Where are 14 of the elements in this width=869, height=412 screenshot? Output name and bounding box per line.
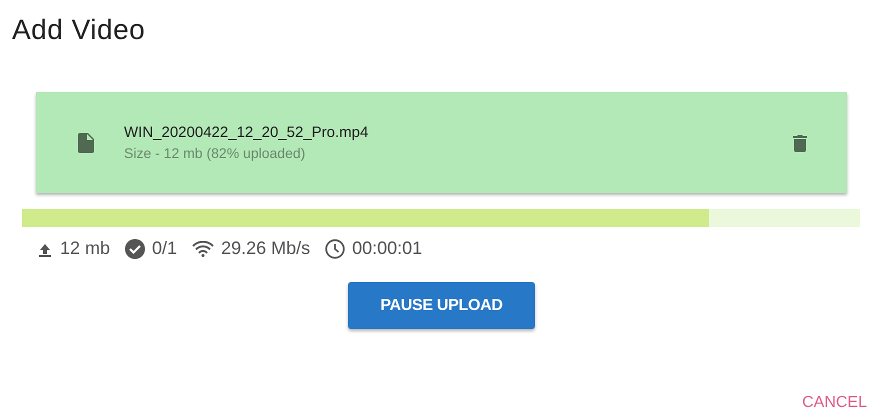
stat-value: 00:00:01 — [352, 238, 422, 259]
file-icon — [78, 132, 94, 152]
stat-value: 12 mb — [60, 238, 110, 259]
dialog-title: Add Video — [12, 14, 146, 46]
wifi-icon — [192, 240, 214, 256]
file-detail: Size - 12 mb (82% uploaded) — [124, 145, 306, 161]
pause-upload-button[interactable]: PAUSE UPLOAD — [348, 282, 535, 329]
delete-icon[interactable] — [793, 134, 807, 152]
stat-value: 0/1 — [152, 238, 178, 259]
file-name: WIN_20200422_12_20_52_Pro.mp4 — [124, 124, 370, 141]
stat-value: 29.26 Mb/s — [221, 238, 310, 259]
check-circle-icon — [125, 238, 146, 258]
cancel-button[interactable]: CANCEL — [800, 392, 869, 412]
clock-icon — [325, 238, 346, 258]
